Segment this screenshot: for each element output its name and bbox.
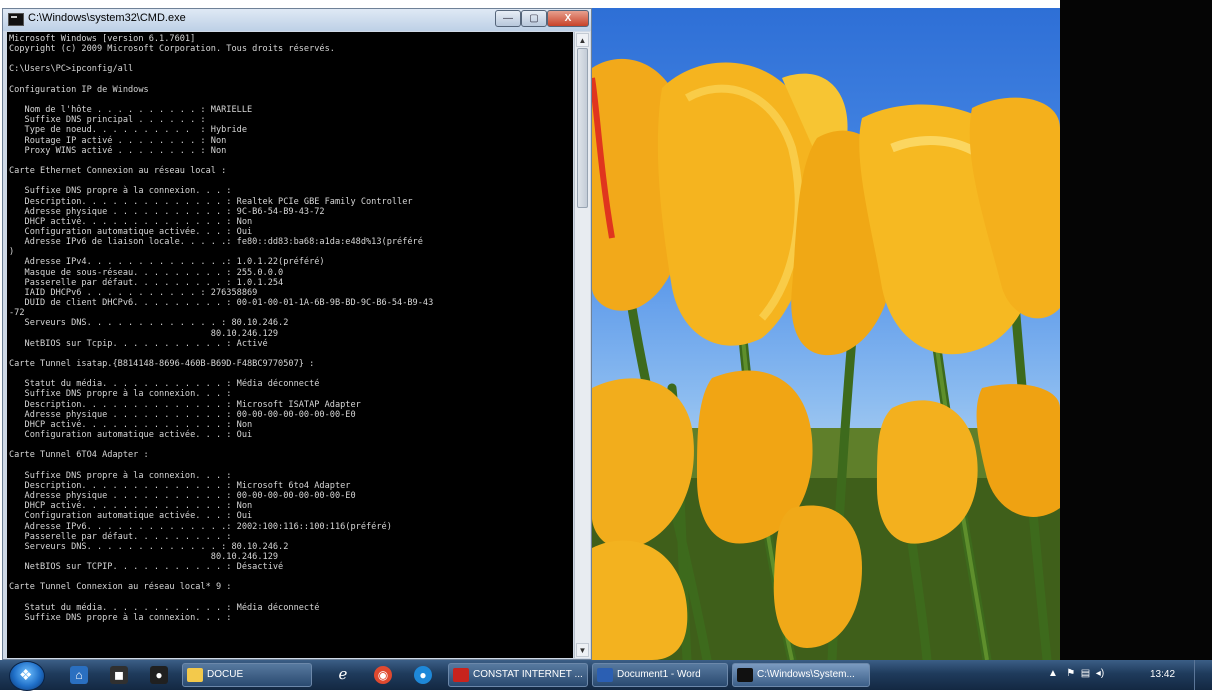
minimize-button[interactable]: —: [495, 10, 521, 27]
volume-icon[interactable]: ◂): [1096, 668, 1104, 679]
folder-icon: [187, 668, 203, 682]
cmd-icon: [737, 668, 753, 682]
taskbar: ⌂ ◼ ● DOCUE ℯ ◉ ● CONSTAT INTERNET ... D…: [0, 660, 1212, 691]
window-title: C:\Windows\system32\CMD.exe: [28, 12, 186, 24]
flag-icon[interactable]: ⚑: [1066, 668, 1075, 679]
cmd-icon: [8, 13, 24, 26]
clock[interactable]: 13:42: [1150, 669, 1175, 680]
window-titlebar[interactable]: C:\Windows\system32\CMD.exe — ▢ X: [3, 9, 591, 31]
console-text: Microsoft Windows [version 6.1.7601] Cop…: [9, 34, 434, 623]
chrome-pin-icon[interactable]: ◉: [374, 666, 392, 684]
network-icon[interactable]: ▤: [1081, 668, 1090, 679]
start-button[interactable]: [9, 661, 45, 691]
console-output[interactable]: Microsoft Windows [version 6.1.7601] Cop…: [7, 32, 573, 658]
task-cmd[interactable]: C:\Windows\System...: [732, 663, 870, 687]
ie-pin-icon[interactable]: ℯ: [334, 666, 352, 684]
scroll-down-arrow-icon[interactable]: ▼: [576, 643, 589, 657]
vertical-scrollbar[interactable]: ▲ ▼: [574, 32, 590, 658]
monitor-black-border: [1060, 0, 1212, 660]
scroll-up-arrow-icon[interactable]: ▲: [576, 33, 589, 47]
close-button[interactable]: X: [547, 10, 589, 27]
desktop-wallpaper: [592, 8, 1060, 660]
show-hidden-icons-icon[interactable]: ▲: [1048, 668, 1058, 679]
cmd-window[interactable]: C:\Windows\system32\CMD.exe — ▢ X Micros…: [2, 8, 592, 660]
task-word[interactable]: Document1 - Word: [592, 663, 728, 687]
explorer-pin-icon[interactable]: ⌂: [70, 666, 88, 684]
media-pin-icon[interactable]: ◼: [110, 666, 128, 684]
pdf-icon: [453, 668, 469, 682]
system-tray: ▲ ⚑ ▤ ◂): [1048, 668, 1104, 679]
maximize-button[interactable]: ▢: [521, 10, 547, 27]
show-desktop-button[interactable]: [1194, 660, 1212, 690]
scroll-thumb[interactable]: [577, 48, 588, 208]
task-pdf[interactable]: CONSTAT INTERNET ...: [448, 663, 588, 687]
app2-pin-icon[interactable]: ●: [414, 666, 432, 684]
app-pin-icon[interactable]: ●: [150, 666, 168, 684]
task-folder[interactable]: DOCUE: [182, 663, 312, 687]
word-icon: [597, 668, 613, 682]
